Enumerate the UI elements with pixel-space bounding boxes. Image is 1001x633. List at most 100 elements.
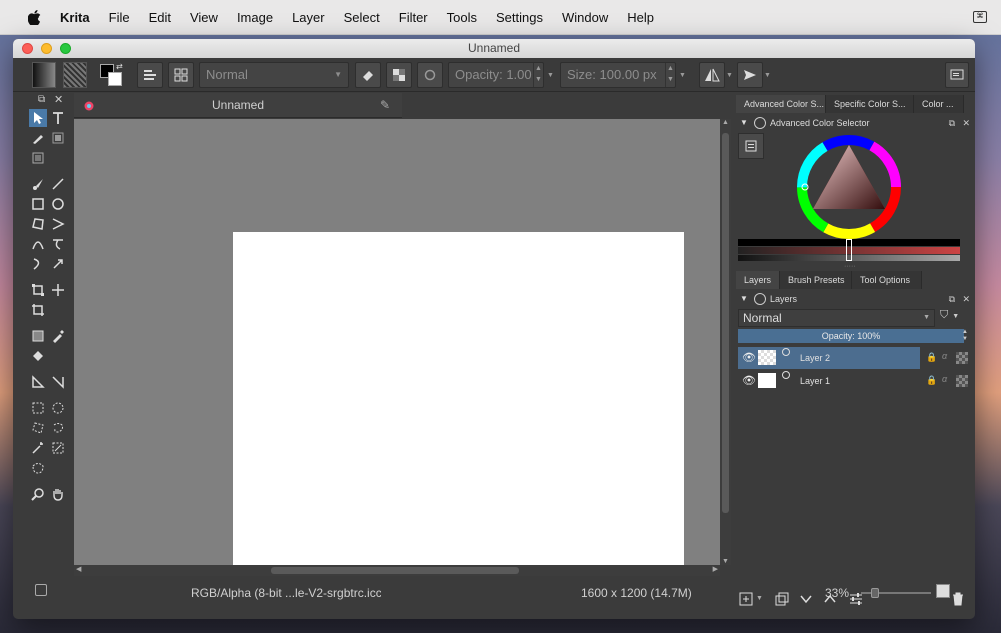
close-window-button[interactable]	[22, 43, 33, 54]
panel-lock-icon[interactable]	[754, 117, 766, 129]
menu-window[interactable]: Window	[562, 10, 608, 25]
inherit-alpha-icon[interactable]	[956, 375, 968, 387]
opacity-slider[interactable]: Opacity: 1.00 ▲ ▼	[448, 62, 544, 88]
menu-settings[interactable]: Settings	[496, 10, 543, 25]
layer-opacity-slider[interactable]: Opacity: 100%	[738, 329, 964, 343]
blend-mode-select[interactable]: Normal ▼	[199, 62, 349, 88]
polygonal-selection-tool[interactable]	[29, 419, 47, 437]
float-docker-icon[interactable]: ⧉	[38, 94, 45, 105]
canvas-viewport[interactable]	[74, 119, 720, 570]
layer-blend-mode-select[interactable]: Normal ▼	[738, 309, 935, 327]
crop-tool[interactable]	[29, 301, 47, 319]
lock-icon[interactable]: 🔒	[926, 352, 937, 363]
layer-row-layer-1[interactable]: 👁 Layer 1 🔒 α	[738, 370, 972, 392]
pattern-preset-button[interactable]	[63, 62, 87, 88]
workspace-button[interactable]	[945, 62, 969, 88]
duplicate-layer-button[interactable]	[774, 591, 790, 607]
float-panel-icon[interactable]: ⧉	[949, 291, 955, 307]
edit-shapes-tool[interactable]	[29, 129, 47, 147]
menu-select[interactable]: Select	[344, 10, 380, 25]
collapse-arrow-icon[interactable]: ▼	[740, 115, 748, 131]
rectangular-selection-tool[interactable]	[29, 399, 47, 417]
freehand-path-tool[interactable]	[49, 235, 67, 253]
brush-presets-button[interactable]	[168, 62, 194, 88]
similar-selection-tool[interactable]	[49, 439, 67, 457]
add-layer-button[interactable]	[738, 591, 754, 607]
inherit-alpha-icon[interactable]	[956, 352, 968, 364]
alpha-lock-icon[interactable]: α	[942, 374, 947, 384]
eraser-mode-button[interactable]	[355, 62, 381, 88]
zoom-slider-handle[interactable]	[871, 588, 879, 598]
layer-opacity-spinner[interactable]: ▲ ▼	[962, 329, 968, 343]
close-docker-icon[interactable]: ✕	[54, 93, 63, 106]
size-slider[interactable]: Size: 100.00 px ▲ ▼	[560, 62, 676, 88]
freehand-selection-tool[interactable]	[49, 419, 67, 437]
float-panel-icon[interactable]: ⧉	[949, 115, 955, 131]
horizontal-scrollbar[interactable]: ◀ ▶	[74, 565, 720, 576]
color-picker-tool[interactable]	[49, 327, 67, 345]
contiguous-selection-tool[interactable]	[29, 439, 47, 457]
bezier-selection-tool[interactable]	[29, 459, 47, 477]
polygon-tool[interactable]	[29, 215, 47, 233]
background-color[interactable]	[108, 72, 122, 86]
text-tool[interactable]	[49, 109, 67, 127]
assistant-tool[interactable]	[49, 373, 67, 391]
wrap-around-button[interactable]	[737, 62, 763, 88]
elliptical-selection-tool[interactable]	[49, 399, 67, 417]
layer-name[interactable]: Layer 1	[800, 376, 830, 386]
scroll-left-icon[interactable]: ◀	[76, 565, 81, 573]
bezier-curve-tool[interactable]	[29, 235, 47, 253]
brush-settings-button[interactable]	[137, 62, 163, 88]
zoom-tool[interactable]	[29, 485, 47, 503]
selection-indicator-icon[interactable]	[35, 584, 47, 596]
tab-color[interactable]: Color ...	[914, 95, 964, 113]
pan-tool[interactable]	[49, 485, 67, 503]
image-dimensions-text[interactable]: 1600 x 1200 (14.7M)	[581, 586, 692, 600]
tab-tool-options[interactable]: Tool Options	[852, 271, 922, 289]
menu-filter[interactable]: Filter	[399, 10, 428, 25]
menu-file[interactable]: File	[109, 10, 130, 25]
horizontal-scroll-thumb[interactable]	[271, 567, 519, 574]
polyline-tool[interactable]	[49, 215, 67, 233]
eye-icon[interactable]: 👁	[742, 351, 756, 364]
color-settings-button[interactable]	[738, 133, 764, 159]
mirror-dropdown-icon[interactable]: ▼	[726, 72, 733, 79]
eye-icon[interactable]: 👁	[742, 374, 756, 387]
menu-help[interactable]: Help	[627, 10, 654, 25]
opacity-dropdown-icon[interactable]: ▼	[547, 72, 554, 79]
ellipse-tool[interactable]	[49, 195, 67, 213]
scroll-up-icon[interactable]: ▲	[722, 119, 729, 126]
lock-icon[interactable]: 🔒	[926, 375, 937, 386]
vertical-scroll-thumb[interactable]	[722, 133, 729, 513]
gradient-editor-tool[interactable]	[29, 149, 47, 167]
menu-image[interactable]: Image	[237, 10, 273, 25]
multibrush-tool[interactable]	[49, 255, 67, 273]
rectangle-tool[interactable]	[29, 195, 47, 213]
scroll-right-icon[interactable]: ▶	[713, 565, 718, 573]
maximize-window-button[interactable]	[60, 43, 71, 54]
layer-name[interactable]: Layer 2	[800, 353, 830, 363]
size-spinner[interactable]: ▲ ▼	[665, 63, 675, 87]
hue-ring-triangle[interactable]	[795, 133, 903, 241]
fill-tool[interactable]	[29, 347, 47, 365]
vertical-scrollbar[interactable]: ▲ ▼	[720, 119, 731, 565]
opacity-spinner[interactable]: ▲ ▼	[533, 63, 543, 87]
menu-layer[interactable]: Layer	[292, 10, 325, 25]
tab-layers[interactable]: Layers	[736, 271, 780, 289]
scroll-down-icon[interactable]: ▼	[722, 558, 729, 565]
select-shapes-tool[interactable]	[29, 109, 47, 127]
menu-tools[interactable]: Tools	[447, 10, 477, 25]
swap-colors-icon[interactable]: ⇄	[116, 62, 123, 71]
alpha-lock-icon[interactable]: α	[942, 351, 947, 361]
menu-edit[interactable]: Edit	[149, 10, 171, 25]
add-layer-dropdown-icon[interactable]: ▼	[756, 595, 763, 602]
tab-advanced-color-selector[interactable]: Advanced Color S...	[736, 95, 826, 113]
gradient-preset-button[interactable]	[32, 62, 56, 88]
size-dropdown-icon[interactable]: ▼	[679, 72, 686, 79]
menu-extra-icon[interactable]: ⌘	[973, 11, 987, 23]
transform-tool[interactable]	[29, 281, 47, 299]
fg-bg-color-selector[interactable]: ⇄	[100, 62, 126, 88]
color-selector-area[interactable]	[738, 133, 960, 261]
reload-preset-button[interactable]	[417, 62, 443, 88]
delete-layer-button[interactable]	[950, 591, 966, 607]
